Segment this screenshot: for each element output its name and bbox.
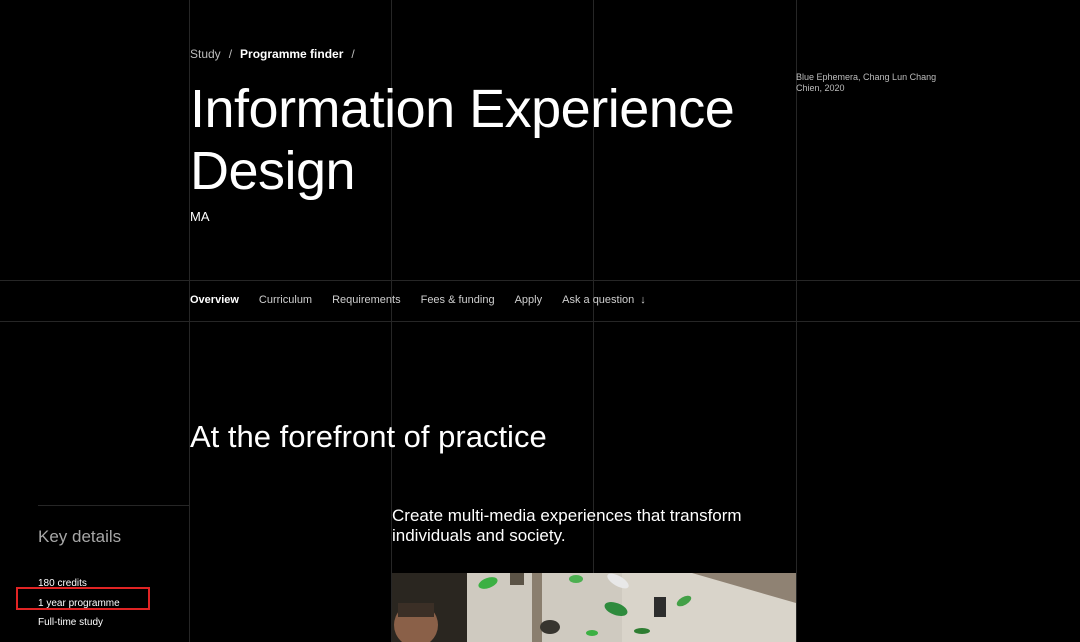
divider: [0, 321, 1080, 322]
key-detail-study-mode: Full-time study: [38, 617, 104, 628]
nav-apply[interactable]: Apply: [515, 294, 543, 306]
nav-requirements[interactable]: Requirements: [332, 294, 400, 306]
nav-overview[interactable]: Overview: [190, 294, 239, 306]
installation-photo: [392, 573, 796, 642]
hero-image: [392, 573, 796, 642]
nav-ask-question[interactable]: Ask a question ↓: [562, 294, 646, 306]
image-caption: Blue Ephemera, Chang Lun Chang Chien, 20…: [796, 72, 937, 93]
key-details-title: Key details: [38, 527, 122, 546]
arrow-down-icon: ↓: [640, 294, 646, 306]
section-nav: Overview Curriculum Requirements Fees & …: [190, 294, 646, 306]
divider: [38, 505, 189, 506]
degree-label: MA: [190, 209, 210, 224]
breadcrumb: Study / Programme finder /: [190, 47, 355, 61]
nav-ask-question-label: Ask a question: [562, 294, 635, 306]
divider: [0, 280, 1080, 281]
breadcrumb-separator: /: [351, 47, 355, 61]
section-heading: At the forefront of practice: [190, 419, 547, 454]
highlight-box: [16, 587, 150, 610]
breadcrumb-study[interactable]: Study: [190, 47, 221, 61]
page-title: Information Experience Design: [190, 79, 735, 201]
breadcrumb-programme-finder[interactable]: Programme finder: [240, 47, 343, 61]
breadcrumb-separator: /: [228, 47, 233, 61]
nav-fees-funding[interactable]: Fees & funding: [421, 294, 495, 306]
nav-curriculum[interactable]: Curriculum: [259, 294, 312, 306]
intro-text: Create multi-media experiences that tran…: [392, 506, 742, 545]
